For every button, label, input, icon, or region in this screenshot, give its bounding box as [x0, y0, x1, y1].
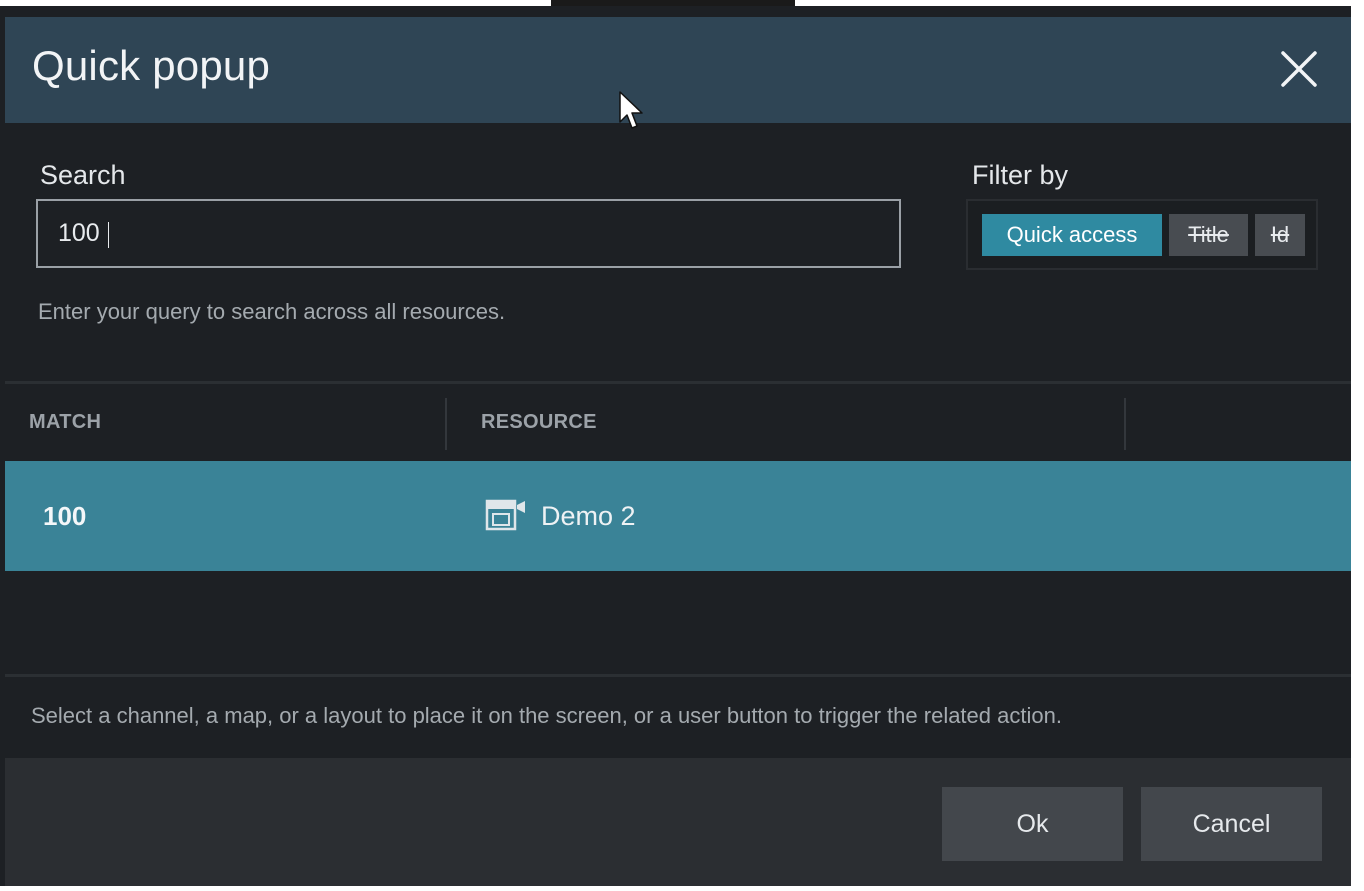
table-row[interactable]: 100 Demo 2: [5, 461, 1351, 571]
filter-quick-access-toggle[interactable]: Quick access: [982, 214, 1162, 256]
filter-id-toggle[interactable]: Id: [1255, 214, 1305, 256]
filter-title-toggle[interactable]: Title: [1169, 214, 1248, 256]
quick-popup-dialog: Quick popup Search Enter your query to s…: [5, 6, 1351, 886]
search-hint: Enter your query to search across all re…: [38, 299, 506, 324]
column-resize-handle[interactable]: [445, 398, 447, 450]
ok-button[interactable]: Ok: [942, 787, 1123, 861]
column-header-match[interactable]: MATCH: [29, 411, 101, 434]
text-caret: [108, 222, 109, 248]
cancel-button[interactable]: Cancel: [1141, 787, 1322, 861]
channel-camera-icon: [485, 499, 527, 538]
mouse-pointer-icon: [618, 90, 644, 137]
filter-toggle-group: Quick access Title Id: [966, 199, 1318, 270]
column-header-resource[interactable]: RESOURCE: [481, 411, 597, 434]
close-button[interactable]: [1277, 47, 1321, 91]
row-resource-name: Demo 2: [541, 501, 636, 531]
section-divider: [5, 674, 1351, 677]
search-label: Search: [40, 160, 126, 190]
window-bottom-edge: [0, 886, 1364, 891]
dialog-action-bar: Ok Cancel: [5, 758, 1351, 886]
results-table-header: MATCH RESOURCE: [5, 384, 1351, 460]
dialog-title: Quick popup: [32, 42, 271, 89]
column-resize-handle[interactable]: [1124, 398, 1126, 450]
footer-hint: Select a channel, a map, or a layout to …: [31, 703, 1062, 728]
row-match-value: 100: [43, 501, 87, 531]
search-input[interactable]: [36, 199, 901, 268]
filter-label: Filter by: [972, 160, 1069, 190]
window-right-edge: [1351, 0, 1364, 891]
close-icon: [1281, 51, 1317, 87]
dialog-titlebar: Quick popup: [5, 17, 1351, 123]
